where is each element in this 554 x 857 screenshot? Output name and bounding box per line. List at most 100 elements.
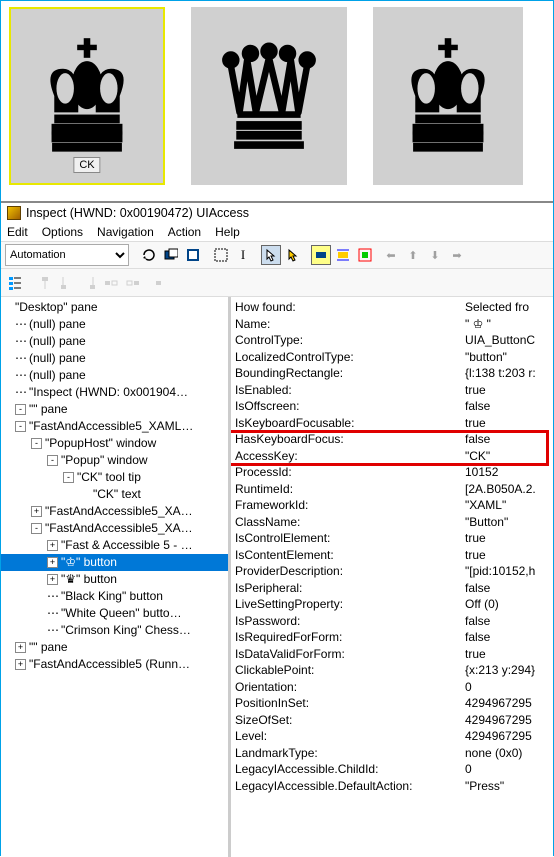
expand-icon[interactable]: - [15,404,26,415]
secondary-toolbar [1,269,553,297]
property-row[interactable]: BoundingRectangle:{l:138 t:203 r: [235,365,549,382]
expand-icon[interactable]: - [63,472,74,483]
property-row[interactable]: IsPassword:false [235,613,549,630]
property-row[interactable]: FrameworkId:"XAML" [235,497,549,514]
queen-tile[interactable] [191,7,347,185]
expand-icon[interactable]: + [47,574,58,585]
highlight2-button[interactable] [333,245,353,265]
property-row[interactable]: Level:4294967295 [235,728,549,745]
tree-node[interactable]: (null) pane [29,316,86,333]
expand-icon[interactable]: + [47,557,58,568]
tree-node[interactable]: "Inspect (HWND: 0x001904… [29,384,188,401]
property-row[interactable]: Name:" ♔ " [235,316,549,333]
tree-button[interactable] [5,273,25,293]
tree-node[interactable]: "CK" text [93,486,141,503]
tree-node[interactable]: "Fast & Accessible 5 - … [61,537,193,554]
property-row[interactable]: IsPeripheral:false [235,580,549,597]
tree-node[interactable]: "FastAndAccessible5_XAML… [29,418,193,435]
property-key: RuntimeId: [235,481,465,498]
expand-icon[interactable]: + [15,659,26,670]
property-row[interactable]: IsKeyboardFocusable:true [235,415,549,432]
property-row[interactable]: RuntimeId:[2A.B050A.2. [235,481,549,498]
tree-node[interactable]: "Crimson King" Chess… [61,622,191,639]
tree-node[interactable]: "CK" tool tip [77,469,141,486]
property-row[interactable]: LegacyIAccessible.DefaultAction:"Press" [235,778,549,795]
tree-node[interactable]: (null) pane [29,350,86,367]
king2-tile[interactable] [373,7,523,185]
menu-action[interactable]: Action [168,225,201,239]
tree-view[interactable]: "Desktop" pane ⋯(null) pane ⋯(null) pane… [1,297,231,857]
king-tile[interactable]: CK [9,7,165,185]
property-row[interactable]: IsOffscreen:false [235,398,549,415]
property-row[interactable]: AccessKey:"CK" [235,448,549,465]
property-row[interactable]: ProviderDescription:"[pid:10152,h [235,563,549,580]
lastchild-button[interactable] [79,273,99,293]
property-row[interactable]: HasKeyboardFocus:false [235,431,549,448]
tree-node[interactable]: "FastAndAccessible5_XA… [45,520,193,537]
nav-left-button[interactable]: ⬅ [381,245,401,265]
tree-node[interactable]: "FastAndAccessible5 (Runn… [29,656,190,673]
property-row[interactable]: LiveSettingProperty:Off (0) [235,596,549,613]
nav-down-button[interactable]: ⬇ [425,245,445,265]
expand-icon[interactable]: - [31,523,42,534]
nextsib2-button[interactable] [145,273,165,293]
property-row[interactable]: LocalizedControlType:"button" [235,349,549,366]
nav-right-button[interactable]: ➡ [447,245,467,265]
property-row[interactable]: IsRequiredForForm:false [235,629,549,646]
menu-help[interactable]: Help [215,225,240,239]
tool-button-3[interactable] [183,245,203,265]
property-row[interactable]: ProcessId:10152 [235,464,549,481]
expand-icon[interactable]: - [47,455,58,466]
capture-button[interactable] [355,245,375,265]
expand-icon[interactable]: - [31,438,42,449]
select-button[interactable] [211,245,231,265]
cursor-button[interactable] [261,245,281,265]
menu-navigation[interactable]: Navigation [97,225,154,239]
tree-node[interactable]: "Black King" button [61,588,163,605]
watch-cursor-button[interactable] [283,245,303,265]
property-row[interactable]: PositionInSet:4294967295 [235,695,549,712]
refresh-button[interactable] [139,245,159,265]
property-key: How found: [235,299,465,316]
tree-node[interactable]: (null) pane [29,333,86,350]
nextsib-button[interactable] [123,273,143,293]
property-row[interactable]: SizeOfSet:4294967295 [235,712,549,729]
property-row[interactable]: ControlType:UIA_ButtonC [235,332,549,349]
tree-node[interactable]: (null) pane [29,367,86,384]
expand-icon[interactable]: + [47,540,58,551]
tool-button-2[interactable] [161,245,181,265]
property-value: {x:213 y:294} [465,662,549,679]
menu-options[interactable]: Options [42,225,83,239]
property-row[interactable]: IsContentElement:true [235,547,549,564]
automation-combo[interactable]: Automation [5,244,129,266]
property-row[interactable]: LegacyIAccessible.ChildId:0 [235,761,549,778]
nav-up-button[interactable]: ⬆ [403,245,423,265]
highlight-button[interactable] [311,245,331,265]
property-row[interactable]: How found:Selected fro [235,299,549,316]
expand-icon[interactable]: + [15,642,26,653]
property-row[interactable]: IsControlElement:true [235,530,549,547]
firstchild-button[interactable] [57,273,77,293]
parent-button[interactable] [35,273,55,293]
property-row[interactable]: ClickablePoint:{x:213 y:294} [235,662,549,679]
tree-node[interactable]: "Desktop" pane [15,299,98,316]
property-row[interactable]: ClassName:"Button" [235,514,549,531]
tree-node[interactable]: "" pane [29,401,68,418]
tree-node[interactable]: "White Queen" butto… [61,605,182,622]
prevsib-button[interactable] [101,273,121,293]
tree-node[interactable]: "♛" button [61,571,117,588]
property-row[interactable]: IsEnabled:true [235,382,549,399]
tree-node[interactable]: "Popup" window [61,452,148,469]
menu-edit[interactable]: Edit [7,225,28,239]
expand-icon[interactable]: - [15,421,26,432]
tree-node[interactable]: "PopupHost" window [45,435,156,452]
property-row[interactable]: Orientation:0 [235,679,549,696]
property-row[interactable]: IsDataValidForForm:true [235,646,549,663]
tree-node[interactable]: "FastAndAccessible5_XA… [45,503,193,520]
tree-node-selected[interactable]: "♔" button [61,554,117,571]
property-row[interactable]: LandmarkType:none (0x0) [235,745,549,762]
text-cursor-button[interactable]: I [233,245,253,265]
expand-icon[interactable]: + [31,506,42,517]
properties-view[interactable]: How found:Selected froName:" ♔ "ControlT… [231,297,553,857]
tree-node[interactable]: "" pane [29,639,68,656]
